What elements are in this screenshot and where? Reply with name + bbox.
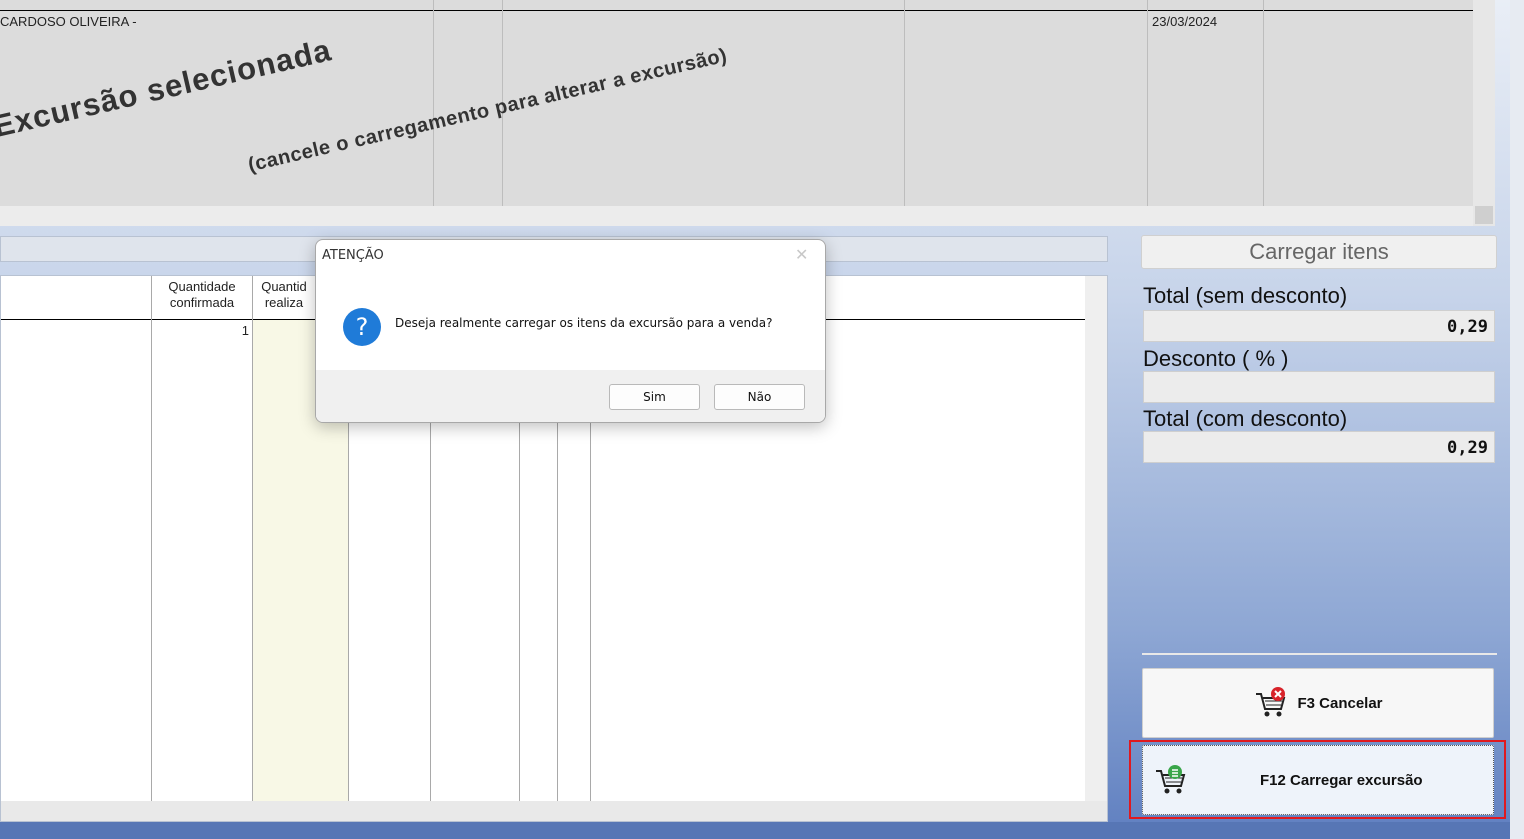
grid-column-divider <box>904 0 905 206</box>
total-com-desconto-field: 0,29 <box>1143 431 1495 463</box>
excursion-date[interactable]: 23/03/2024 <box>1152 14 1217 29</box>
desconto-field[interactable] <box>1143 371 1495 403</box>
load-excursion-button[interactable]: F12 Carregar excursão <box>1142 745 1494 815</box>
dialog-title: ATENÇÃO <box>322 248 384 263</box>
header-qty-done[interactable]: Quantid realiza <box>253 279 315 311</box>
window-right-edge <box>1510 0 1524 839</box>
row-qty-confirmed[interactable]: 1 <box>153 323 249 338</box>
cancel-button-label: F3 Cancelar <box>1297 694 1383 712</box>
desconto-label: Desconto ( % ) <box>1143 346 1289 371</box>
total-sem-desconto-label: Total (sem desconto) <box>1143 283 1348 308</box>
excursion-client-name[interactable]: CARDOSO OLIVEIRA - <box>0 14 137 29</box>
grid-column-divider <box>1147 0 1148 206</box>
no-button[interactable]: Não <box>714 384 805 410</box>
panel-separator <box>1142 653 1497 655</box>
load-button-label: F12 Carregar excursão <box>1260 772 1423 789</box>
watermark-title: Excursão selecionada <box>0 32 335 145</box>
grid-column-divider <box>433 0 434 206</box>
confirm-dialog: ATENÇÃO ✕ ? Deseja realmente carregar os… <box>315 239 826 423</box>
items-horizontal-scrollbar[interactable] <box>1 801 1107 821</box>
top-vertical-scrollbar[interactable] <box>1473 0 1495 226</box>
header-qty-confirmed[interactable]: Quantidade confirmada <box>153 279 251 311</box>
close-icon[interactable]: ✕ <box>795 245 808 264</box>
grid-header-line <box>0 10 1473 11</box>
scroll-thumb[interactable] <box>1475 206 1493 224</box>
grid-column-divider <box>151 276 152 801</box>
top-horizontal-scrollbar[interactable] <box>0 206 1473 226</box>
window-bottom-strip <box>0 822 1510 839</box>
yes-button[interactable]: Sim <box>609 384 700 410</box>
total-sem-desconto-field: 0,29 <box>1143 310 1495 342</box>
cart-cancel-icon <box>1253 685 1289 721</box>
grid-column-divider <box>1263 0 1264 206</box>
dialog-message: Deseja realmente carregar os itens da ex… <box>395 316 773 330</box>
items-vertical-scrollbar[interactable] <box>1085 276 1107 801</box>
cart-add-icon <box>1153 762 1189 798</box>
cancel-button[interactable]: F3 Cancelar <box>1142 668 1494 738</box>
excursion-grid: CARDOSO OLIVEIRA - 23/03/2024 Excursão s… <box>0 0 1473 207</box>
total-com-desconto-label: Total (com desconto) <box>1143 406 1348 431</box>
grid-column-divider <box>252 276 253 801</box>
load-items-button[interactable]: Carregar itens <box>1141 235 1497 269</box>
question-icon: ? <box>343 308 381 346</box>
